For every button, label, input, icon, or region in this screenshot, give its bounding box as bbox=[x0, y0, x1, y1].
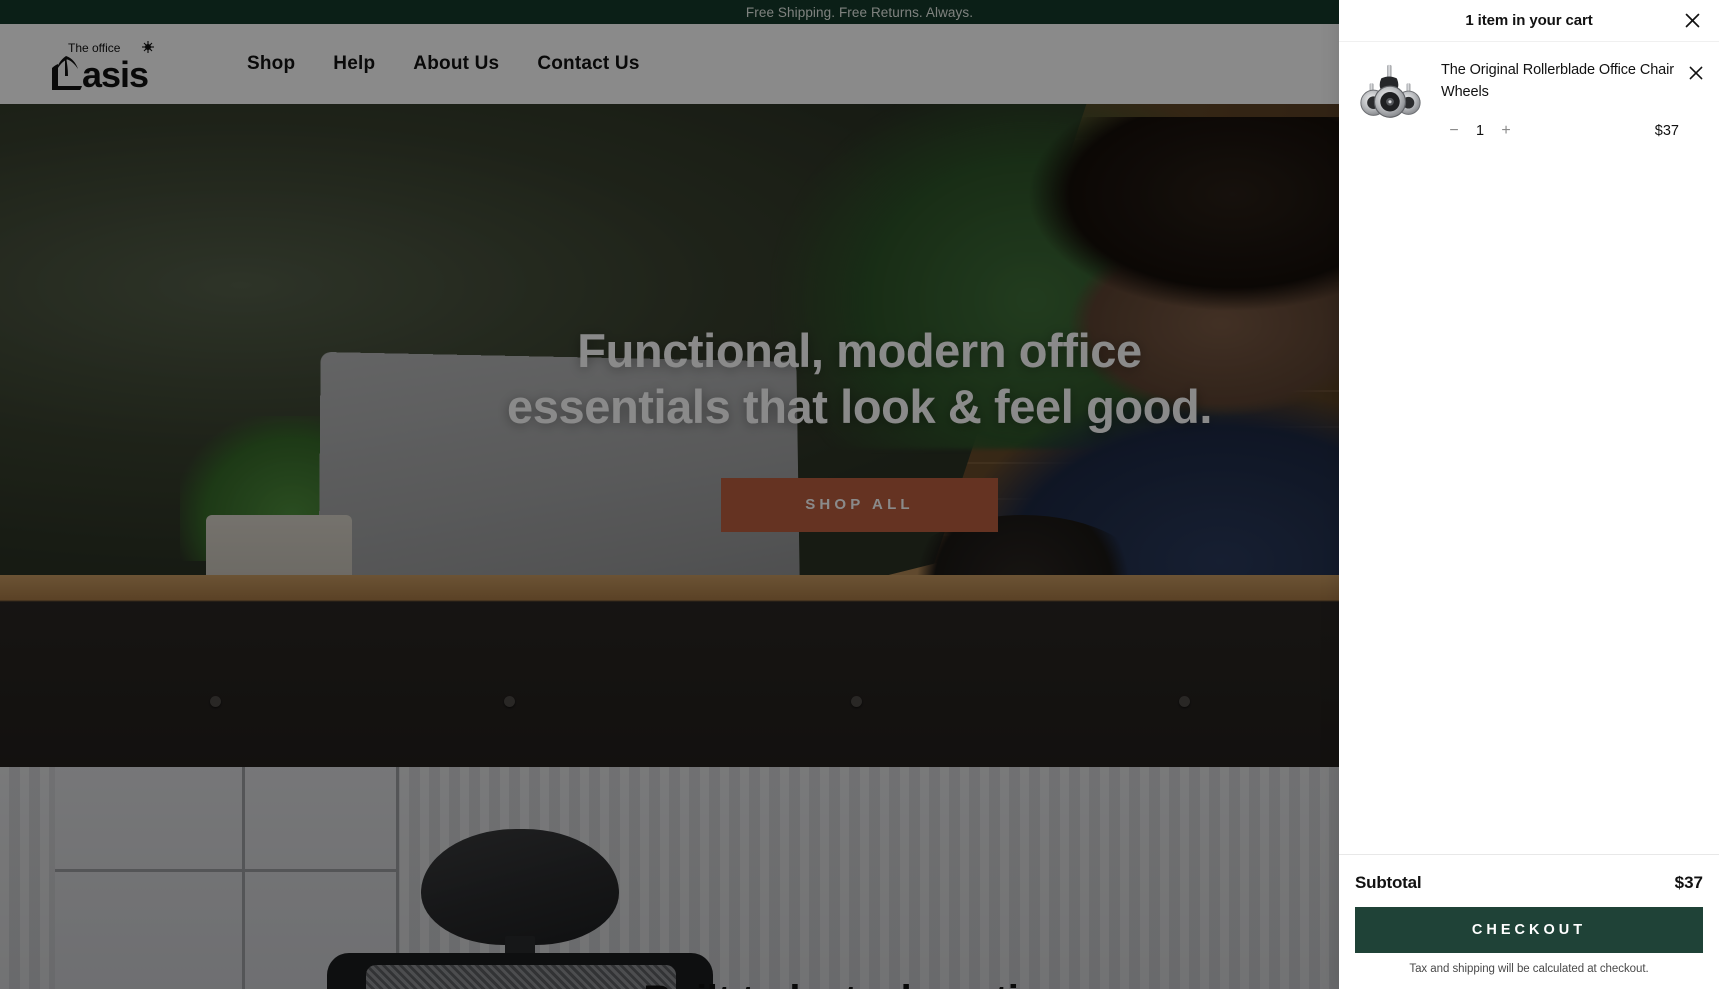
cart-line-item: The Original Rollerblade Office Chair Wh… bbox=[1339, 58, 1719, 144]
subtotal-row: Subtotal $37 bbox=[1355, 873, 1703, 893]
cart-items-list[interactable]: The Original Rollerblade Office Chair Wh… bbox=[1339, 42, 1719, 854]
checkout-button[interactable]: CHECKOUT bbox=[1355, 907, 1703, 953]
close-cart-button[interactable] bbox=[1679, 8, 1705, 34]
quantity-stepper: − 1 + bbox=[1441, 118, 1519, 144]
cart-line-controls: − 1 + $37 bbox=[1441, 118, 1679, 144]
cart-title: 1 item in your cart bbox=[1465, 12, 1593, 29]
product-thumbnail[interactable] bbox=[1355, 58, 1425, 128]
subtotal-label: Subtotal bbox=[1355, 873, 1422, 892]
subtotal-value: $37 bbox=[1674, 873, 1703, 892]
remove-item-button[interactable] bbox=[1683, 60, 1709, 86]
cart-header: 1 item in your cart bbox=[1339, 0, 1719, 42]
cart-line-details: The Original Rollerblade Office Chair Wh… bbox=[1441, 58, 1705, 144]
tax-shipping-note: Tax and shipping will be calculated at c… bbox=[1409, 963, 1649, 975]
increase-quantity-button[interactable]: + bbox=[1493, 118, 1519, 144]
close-icon bbox=[1685, 13, 1699, 28]
cart-drawer: 1 item in your cart The Original Rollerb… bbox=[1339, 0, 1719, 989]
decrease-quantity-button[interactable]: − bbox=[1441, 118, 1467, 144]
modal-overlay-scrim[interactable] bbox=[0, 0, 1339, 989]
quantity-value: 1 bbox=[1475, 122, 1485, 139]
cart-item-price: $37 bbox=[1654, 122, 1679, 139]
cart-item-title[interactable]: The Original Rollerblade Office Chair Wh… bbox=[1441, 60, 1679, 104]
close-icon bbox=[1689, 66, 1703, 80]
page-root: Free Shipping. Free Returns. Always. The… bbox=[0, 0, 1719, 989]
office-chair-caster-wheels-icon bbox=[1360, 64, 1421, 118]
cart-footer: Subtotal $37 CHECKOUT Tax and shipping w… bbox=[1339, 854, 1719, 989]
